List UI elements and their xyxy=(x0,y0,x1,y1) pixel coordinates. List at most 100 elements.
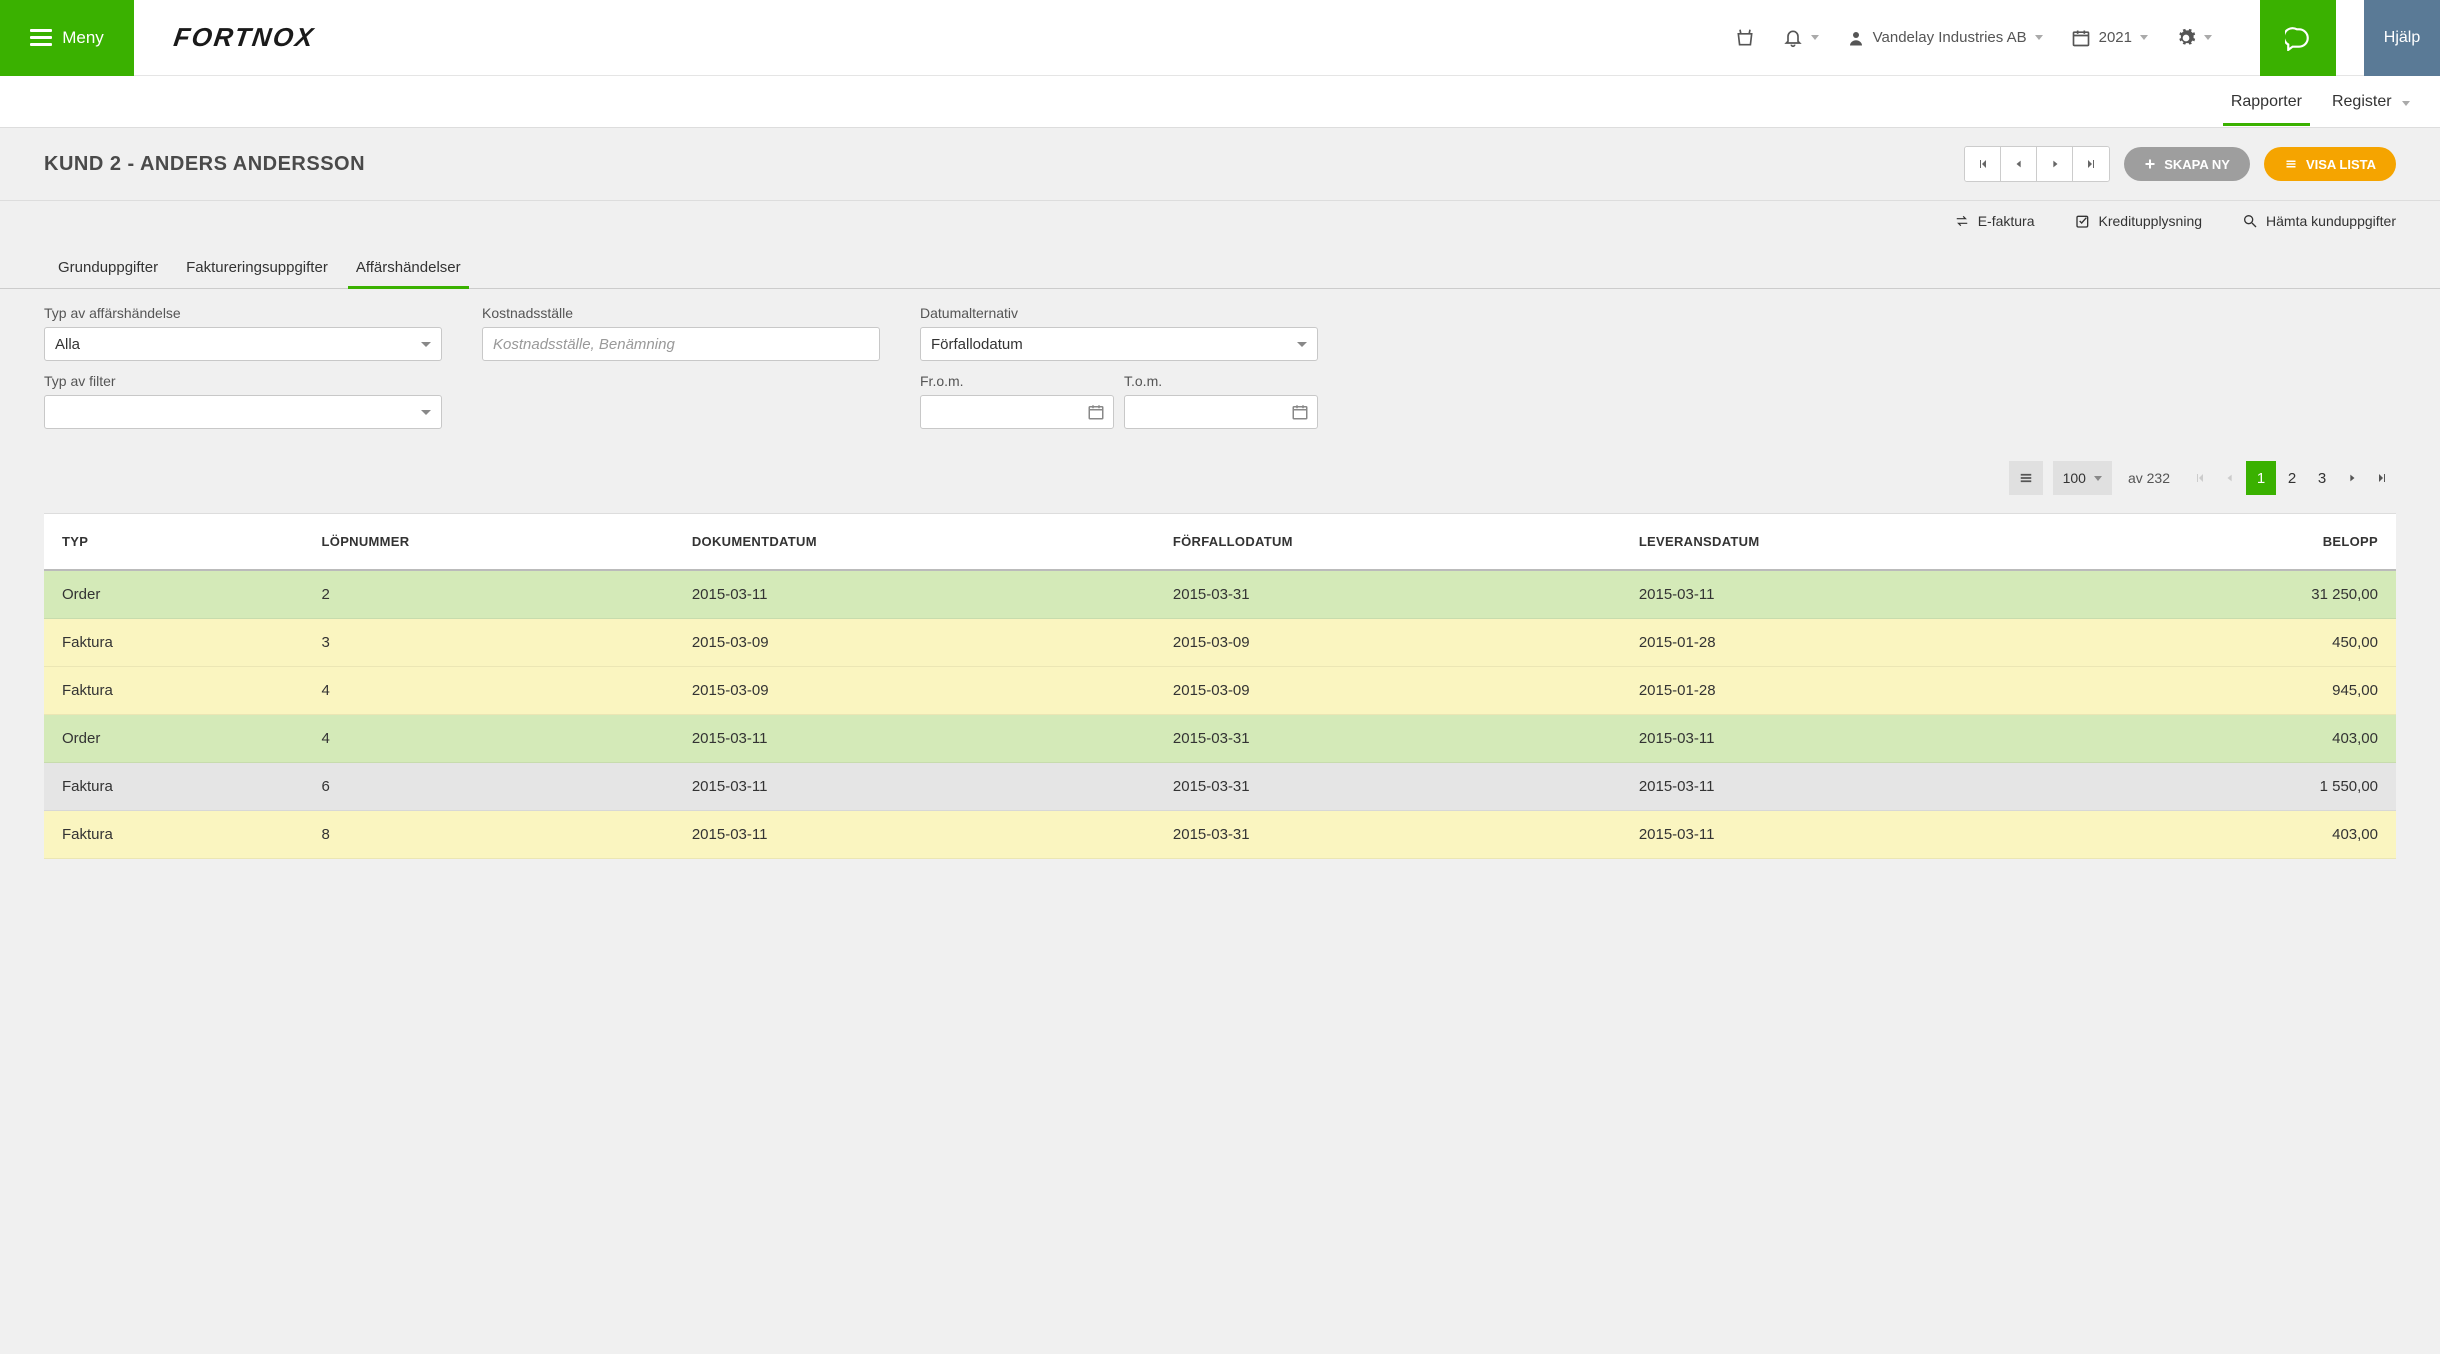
page-size-select[interactable]: 100 xyxy=(2053,461,2112,495)
table-row[interactable]: Faktura32015-03-092015-03-092015-01-2845… xyxy=(44,619,2396,667)
date-alt-label: Datumalternativ xyxy=(920,305,1318,321)
first-button[interactable] xyxy=(1965,147,2001,181)
help-button[interactable]: Hjälp xyxy=(2364,0,2440,76)
chevron-down-icon xyxy=(2402,101,2410,106)
table-row[interactable]: Order22015-03-112015-03-312015-03-1131 2… xyxy=(44,570,2396,619)
col-delivery-date[interactable]: LEVERANSDATUM xyxy=(1621,514,2089,571)
col-document-date[interactable]: DOKUMENTDATUM xyxy=(674,514,1155,571)
from-date-input[interactable] xyxy=(920,395,1114,429)
col-type[interactable]: TYP xyxy=(44,514,304,571)
fetch-customer-link[interactable]: Hämta kunduppgifter xyxy=(2242,213,2396,229)
subnav-register[interactable]: Register xyxy=(2332,79,2410,125)
page-last-button[interactable] xyxy=(2368,461,2396,495)
settings-dropdown[interactable] xyxy=(2176,28,2212,48)
chevron-down-icon xyxy=(1297,342,1307,347)
shop-icon[interactable] xyxy=(1735,28,1755,48)
calendar-icon xyxy=(1087,403,1105,421)
to-date-input[interactable] xyxy=(1124,395,1318,429)
table-cell: 2015-03-31 xyxy=(1155,763,1621,811)
table-cell: 945,00 xyxy=(2089,667,2396,715)
subnav-reports[interactable]: Rapporter xyxy=(2231,79,2302,125)
einvoice-link[interactable]: E-faktura xyxy=(1954,213,2035,229)
table-cell: 2015-03-11 xyxy=(674,811,1155,859)
chat-button[interactable] xyxy=(2260,0,2336,76)
chevron-down-icon xyxy=(2140,35,2148,40)
filter-type-select[interactable] xyxy=(44,395,442,429)
show-list-button[interactable]: VISA LISTA xyxy=(2264,147,2396,181)
table-cell: 2015-03-09 xyxy=(674,619,1155,667)
col-number[interactable]: LÖPNUMMER xyxy=(304,514,674,571)
filter-type-label: Typ av filter xyxy=(44,373,442,389)
menu-label: Meny xyxy=(62,28,104,48)
prev-button[interactable] xyxy=(2001,147,2037,181)
chevron-down-icon xyxy=(1811,35,1819,40)
tab-events[interactable]: Affärshändelser xyxy=(356,247,461,288)
table-row[interactable]: Faktura42015-03-092015-03-092015-01-2894… xyxy=(44,667,2396,715)
table-row[interactable]: Faktura82015-03-112015-03-312015-03-1140… xyxy=(44,811,2396,859)
page-next-button[interactable] xyxy=(2338,461,2366,495)
cost-center-input[interactable] xyxy=(493,336,869,353)
check-square-icon xyxy=(2075,213,2091,229)
table-cell: 2 xyxy=(304,570,674,619)
plus-icon xyxy=(2144,158,2156,170)
chevron-down-icon xyxy=(2094,476,2102,481)
logo: FORTNOX xyxy=(172,22,317,53)
table-cell: 2015-03-31 xyxy=(1155,570,1621,619)
gear-icon xyxy=(2176,28,2196,48)
table-cell: Faktura xyxy=(44,763,304,811)
notifications-dropdown[interactable] xyxy=(1783,28,1819,48)
tab-invoicing[interactable]: Faktureringsuppgifter xyxy=(186,247,328,288)
table-row[interactable]: Order42015-03-112015-03-312015-03-11403,… xyxy=(44,715,2396,763)
event-type-select[interactable]: Alla xyxy=(44,327,442,361)
credit-check-link[interactable]: Kreditupplysning xyxy=(2075,213,2203,229)
table-cell: 4 xyxy=(304,715,674,763)
table-cell: 2015-03-11 xyxy=(1621,763,2089,811)
help-label: Hjälp xyxy=(2384,29,2420,47)
table-cell: 403,00 xyxy=(2089,715,2396,763)
transfer-icon xyxy=(1954,214,1970,228)
chevron-down-icon xyxy=(2204,35,2212,40)
table-cell: 450,00 xyxy=(2089,619,2396,667)
table-cell: 2015-03-11 xyxy=(674,715,1155,763)
table-cell: 2015-03-09 xyxy=(1155,667,1621,715)
to-label: T.o.m. xyxy=(1124,373,1318,389)
col-amount[interactable]: BELOPP xyxy=(2089,514,2396,571)
cost-center-label: Kostnadsställe xyxy=(482,305,880,321)
page-2-button[interactable]: 2 xyxy=(2278,461,2306,495)
company-dropdown[interactable]: Vandelay Industries AB xyxy=(1847,29,2043,47)
table-cell: 2015-03-11 xyxy=(1621,715,2089,763)
next-button[interactable] xyxy=(2037,147,2073,181)
bell-icon xyxy=(1783,28,1803,48)
create-new-button[interactable]: SKAPA NY xyxy=(2124,147,2250,181)
total-text: av 232 xyxy=(2128,470,2170,486)
page-title: KUND 2 - ANDERS ANDERSSON xyxy=(44,153,365,176)
table-cell: 2015-03-09 xyxy=(674,667,1155,715)
table-cell: 3 xyxy=(304,619,674,667)
page-first-button[interactable] xyxy=(2186,461,2214,495)
events-table: TYP LÖPNUMMER DOKUMENTDATUM FÖRFALLODATU… xyxy=(44,513,2396,859)
menu-button[interactable]: Meny xyxy=(0,0,134,76)
col-due-date[interactable]: FÖRFALLODATUM xyxy=(1155,514,1621,571)
search-icon xyxy=(2242,213,2258,229)
record-nav xyxy=(1964,146,2110,182)
table-cell: 31 250,00 xyxy=(2089,570,2396,619)
last-button[interactable] xyxy=(2073,147,2109,181)
page-prev-button[interactable] xyxy=(2216,461,2244,495)
table-cell: 2015-03-11 xyxy=(1621,570,2089,619)
table-cell: 2015-03-11 xyxy=(1621,811,2089,859)
tab-basic[interactable]: Grunduppgifter xyxy=(58,247,158,288)
chevron-down-icon xyxy=(421,342,431,347)
table-row[interactable]: Faktura62015-03-112015-03-312015-03-111 … xyxy=(44,763,2396,811)
company-label: Vandelay Industries AB xyxy=(1873,29,2027,46)
page-1-button[interactable]: 1 xyxy=(2246,461,2276,495)
columns-icon xyxy=(2018,471,2034,485)
table-cell: Order xyxy=(44,715,304,763)
columns-button[interactable] xyxy=(2009,461,2043,495)
calendar-icon xyxy=(2071,28,2091,48)
year-dropdown[interactable]: 2021 xyxy=(2071,28,2148,48)
table-cell: 2015-01-28 xyxy=(1621,667,2089,715)
table-cell: Order xyxy=(44,570,304,619)
table-cell: 2015-03-11 xyxy=(674,570,1155,619)
page-3-button[interactable]: 3 xyxy=(2308,461,2336,495)
date-alt-select[interactable]: Förfallodatum xyxy=(920,327,1318,361)
